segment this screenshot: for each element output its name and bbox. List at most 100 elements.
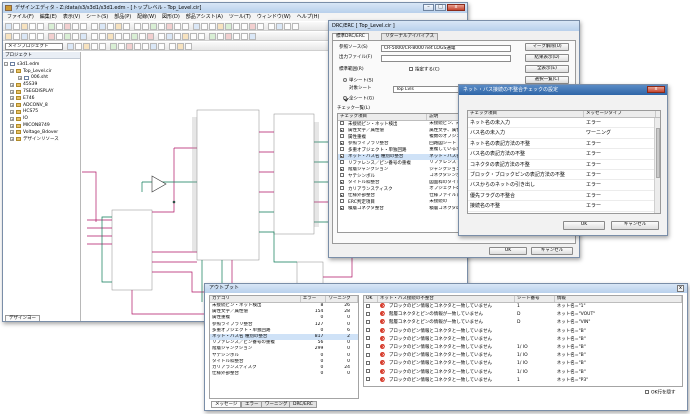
toolbar-icon-button[interactable] [123, 33, 130, 40]
detail-row[interactable]: ×階層コネクタとピンの情報が一致していませんDネット名="VOUT" [364, 311, 682, 319]
output-tab-warnings[interactable]: ワーニング [261, 401, 292, 408]
net-message-type[interactable]: エラー [584, 139, 650, 148]
menu-item[interactable]: シート(S) [86, 13, 108, 21]
toolbar-icon-button[interactable] [91, 33, 98, 40]
toolbar-icon-button[interactable] [257, 23, 264, 30]
toolbar-icon-button[interactable] [201, 23, 208, 30]
check-item-checkbox[interactable] [340, 186, 344, 190]
menu-item[interactable]: ファイル(F) [7, 13, 34, 21]
tree-item[interactable]: +006.sht [4, 75, 79, 82]
detail-ok-checkbox[interactable] [366, 319, 370, 324]
project-selector[interactable]: メインプロジェクト [5, 43, 63, 50]
toolbar-icon-button[interactable] [166, 23, 173, 30]
net-check-row[interactable]: ブロック・ブロックピンの表記方法の不整 エラー [468, 170, 660, 181]
check-item-checkbox[interactable] [340, 205, 344, 210]
toolbar-icon-button[interactable] [72, 33, 79, 40]
tree-item[interactable]: + ADCONV_8 [4, 102, 79, 109]
detail-row[interactable]: ×ブロックのピン情報とコネクタと一致していません ネット名="B" [364, 327, 682, 336]
check-item-checkbox[interactable] [340, 121, 344, 125]
tree-expand-icon[interactable]: + [10, 109, 14, 114]
tree-item[interactable]: + MICON8749 [4, 122, 79, 129]
toolbar-icon-button[interactable] [182, 23, 189, 30]
summary-row[interactable]: 仕様外部整合 0 0 [210, 371, 358, 377]
toolbar-icon-button[interactable] [99, 23, 106, 30]
menu-item[interactable]: ウィンドウ(W) [257, 13, 291, 21]
close-button[interactable]: x [447, 4, 465, 11]
menu-item[interactable]: ヘルプ(H) [297, 13, 320, 21]
tree-expand-icon[interactable]: + [10, 96, 14, 101]
tree-item[interactable]: + デザインリソース [4, 136, 79, 143]
toolbar-icon-button[interactable] [67, 43, 74, 50]
toolbar-icon-button[interactable] [131, 33, 138, 40]
tree-expand-icon[interactable]: + [10, 89, 14, 94]
toolbar-icon-button[interactable] [134, 43, 141, 50]
check-item-checkbox[interactable] [340, 140, 344, 145]
toolbar-icon-button[interactable] [99, 33, 106, 40]
toolbar-icon-button[interactable] [241, 23, 248, 30]
toolbar-icon-button[interactable] [5, 33, 12, 40]
net-check-row[interactable]: ネット名の未入力 エラー [468, 118, 660, 129]
tab-standard-drc[interactable]: 標準DRC/ERC [332, 33, 369, 40]
toolbar-icon-button[interactable] [249, 23, 256, 30]
output-file-input[interactable] [381, 55, 511, 62]
net-message-type[interactable]: エラー [584, 170, 650, 179]
toolbar-icon-button[interactable] [56, 23, 63, 30]
all-sheets-option[interactable]: 全シート(G) [343, 96, 374, 103]
toolbar-icon-button[interactable] [217, 33, 224, 40]
hide-ok-rows-checkbox[interactable] [645, 390, 649, 394]
toolbar-icon-button[interactable] [75, 43, 82, 50]
single-sheet-option[interactable]: 単シート(S) [343, 78, 373, 85]
toolbar-icon-button[interactable] [56, 33, 63, 40]
toolbar-icon-button[interactable] [126, 43, 133, 50]
detail-ok-checkbox[interactable] [366, 360, 370, 365]
net-message-type[interactable]: ワーニング [584, 128, 650, 137]
output-tab-drc[interactable]: DRC/ERC [289, 401, 317, 408]
toolbar-icon-button[interactable] [169, 43, 176, 50]
tree-item[interactable]: + HCS75 [4, 109, 79, 116]
toolbar-icon-button[interactable] [292, 23, 299, 30]
toolbar-icon-button[interactable] [174, 23, 181, 30]
toolbar-icon-button[interactable] [115, 23, 122, 30]
menu-item[interactable]: 部品アシスト(A) [186, 13, 223, 21]
toolbar-icon-button[interactable] [115, 33, 122, 40]
toolbar-icon-button[interactable] [193, 23, 200, 30]
net-check-row[interactable]: 優先フラグの不整合 エラー [468, 191, 660, 202]
toolbar-icon-button[interactable] [142, 43, 149, 50]
tree-expand-icon[interactable]: + [10, 103, 14, 108]
toolbar-icon-button[interactable] [150, 23, 157, 30]
toolbar-icon-button[interactable] [134, 23, 141, 30]
toolbar-icon-button[interactable] [80, 23, 87, 30]
toolbar-icon-button[interactable] [139, 33, 146, 40]
toolbar-icon-button[interactable] [158, 43, 165, 50]
toolbar-icon-button[interactable] [268, 23, 275, 30]
toolbar-icon-button[interactable] [83, 43, 90, 50]
net-check-row[interactable]: バス名の表記方法の不整 エラー [468, 149, 660, 160]
detail-ok-checkbox[interactable] [366, 352, 370, 357]
net-check-row[interactable]: 接続名の不整 エラー [468, 201, 660, 212]
minimize-button[interactable]: – [423, 4, 434, 11]
detail-ok-checkbox[interactable] [366, 344, 370, 349]
toolbar-icon-button[interactable] [276, 23, 283, 30]
toolbar-icon-button[interactable] [13, 33, 20, 40]
toolbar-icon-button[interactable] [72, 23, 79, 30]
toolbar-icon-button[interactable] [91, 23, 98, 30]
toolbar-icon-button[interactable] [5, 23, 12, 30]
toolbar-icon-button[interactable] [233, 23, 240, 30]
detail-ok-checkbox[interactable] [366, 303, 370, 308]
menu-item[interactable]: 配線(W) [137, 13, 156, 21]
net-message-type[interactable]: エラー [584, 201, 650, 210]
all-sheets-radio[interactable] [343, 96, 347, 100]
toolbar-icon-button[interactable] [182, 33, 189, 40]
toolbar-icon-button[interactable] [21, 33, 28, 40]
detail-ok-checkbox[interactable] [366, 311, 370, 316]
toolbar-icon-button[interactable] [209, 33, 216, 40]
toolbar-icon-button[interactable] [107, 33, 114, 40]
toolbar-icon-button[interactable] [48, 33, 55, 40]
toolbar-icon-button[interactable] [209, 23, 216, 30]
check-item-checkbox[interactable] [340, 173, 344, 177]
toolbar-icon-button[interactable] [249, 33, 256, 40]
toolbar-icon-button[interactable] [225, 33, 232, 40]
detail-row[interactable]: ×ブロックのピン情報とコネクタと一致していません1ネット名="1" [364, 303, 682, 311]
net-check-row[interactable]: ネット名の表記方法の不整 エラー [468, 139, 660, 150]
show-all-button[interactable]: 全表示(E) [525, 65, 569, 73]
